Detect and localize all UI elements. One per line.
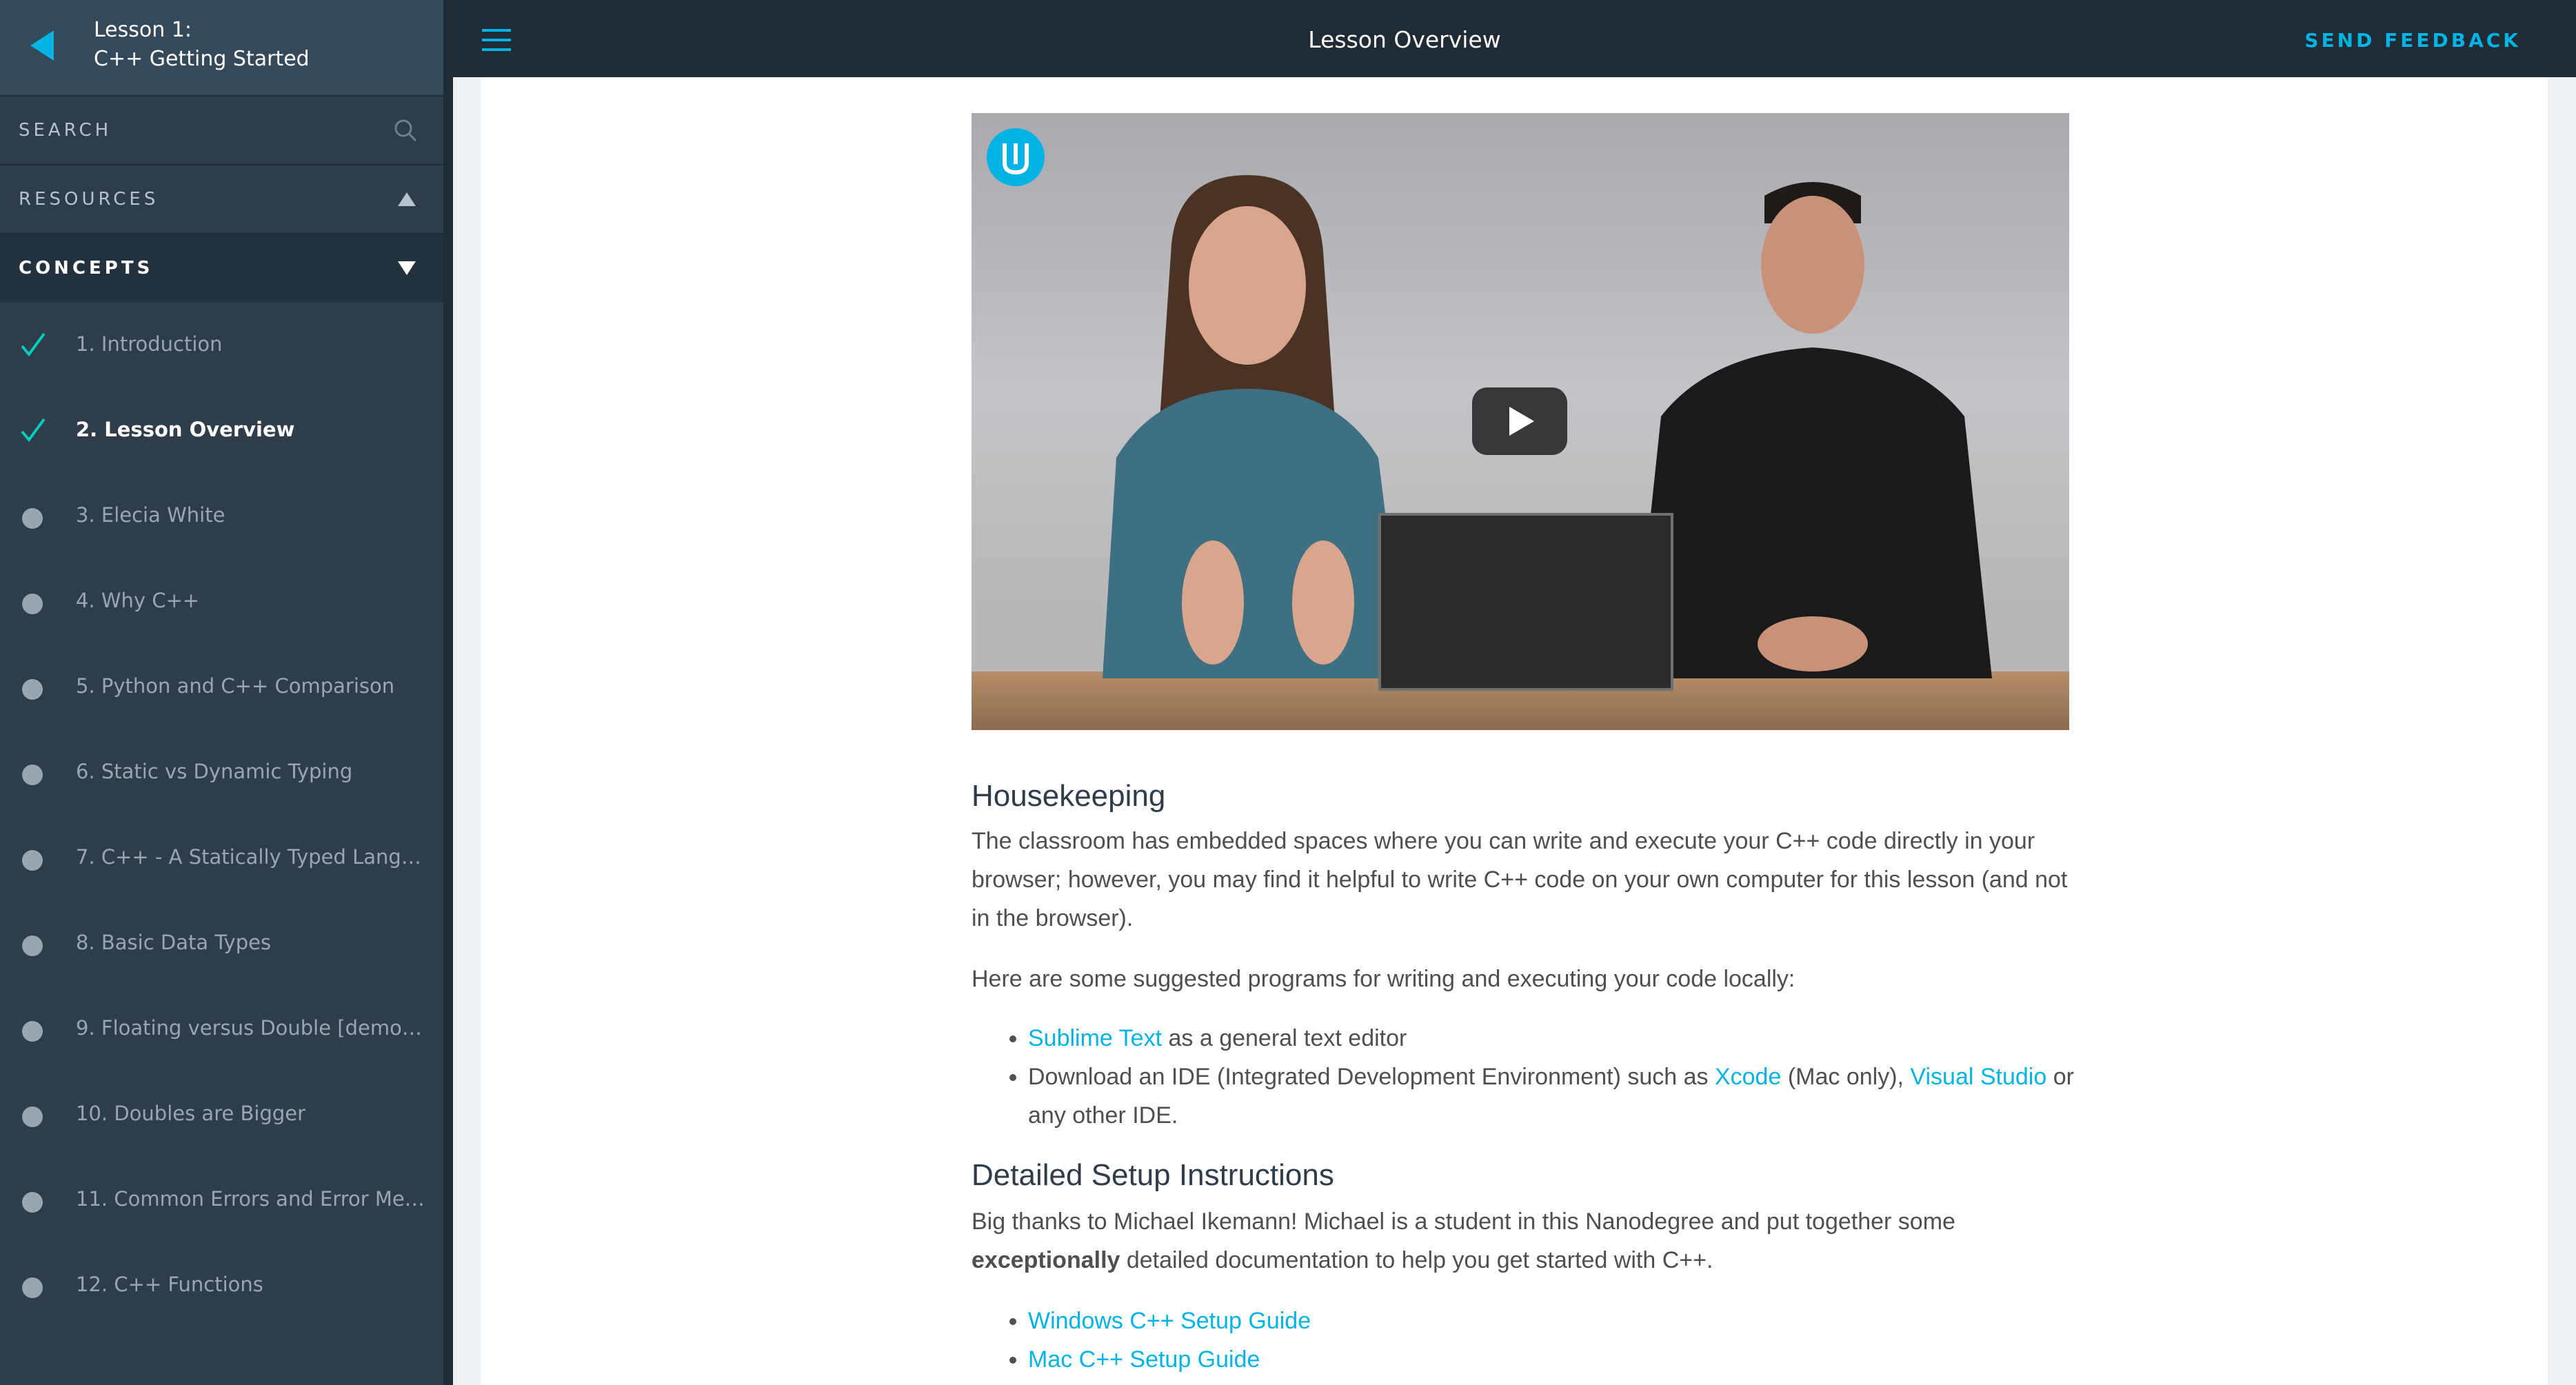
lesson-title: C++ Getting Started <box>94 47 310 71</box>
lesson-number: Lesson 1: <box>94 18 192 42</box>
housekeeping-heading: Housekeeping <box>972 779 1166 813</box>
collapse-arrow-icon <box>398 192 416 206</box>
hardware-board <box>1378 513 1673 691</box>
housekeeping-paragraph: The classroom has embedded spaces where … <box>972 828 2068 931</box>
incomplete-dot-icon <box>22 594 43 614</box>
lesson-text: Housekeeping The classroom has embedded … <box>972 779 2075 1379</box>
udacity-logo-icon <box>987 128 1045 186</box>
sidebar: Lesson 1: C++ Getting Started SEARCH RES… <box>0 0 443 1385</box>
concept-item[interactable]: 3. Elecia White <box>0 473 443 558</box>
incomplete-dot-icon <box>22 1106 43 1127</box>
list-item-text: as a general text editor <box>1162 1025 1407 1051</box>
concept-label: 7. C++ - A Statically Typed Language <box>76 845 427 869</box>
expand-arrow-icon <box>398 261 416 275</box>
setup-paragraph: Big thanks to Michael Ikemann! Michael i… <box>972 1202 2075 1280</box>
back-arrow-icon[interactable] <box>30 30 54 61</box>
concept-label: 6. Static vs Dynamic Typing <box>76 760 353 783</box>
mac-guide-link[interactable]: Mac C++ Setup Guide <box>1028 1346 1260 1373</box>
concept-item[interactable]: 12. C++ Functions <box>0 1242 443 1328</box>
search-icon[interactable] <box>392 117 419 143</box>
page-title: Lesson Overview <box>1308 26 1501 53</box>
setup-emphasis: exceptionally <box>972 1247 1120 1273</box>
play-button[interactable] <box>1472 387 1567 455</box>
incomplete-dot-icon <box>22 679 43 700</box>
search-row[interactable]: SEARCH <box>0 95 443 164</box>
top-bar: Lesson Overview SEND FEEDBACK <box>453 0 2576 77</box>
incomplete-dot-icon <box>22 765 43 785</box>
video-player[interactable] <box>972 113 2069 730</box>
incomplete-dot-icon <box>22 936 43 956</box>
sublime-text-link[interactable]: Sublime Text <box>1028 1025 1162 1051</box>
concept-list: 1. Introduction 2. Lesson Overview 3. Elec… <box>0 302 443 1385</box>
incomplete-dot-icon <box>22 508 43 529</box>
concept-label: 2. Lesson Overview <box>76 418 295 441</box>
concept-label: 4. Why C++ <box>76 589 200 612</box>
concept-label: 9. Floating versus Double [demonst... <box>76 1016 427 1040</box>
concept-item[interactable]: 1. Introduction <box>0 302 443 387</box>
concept-item[interactable]: 2. Lesson Overview <box>0 387 443 473</box>
concept-label: 10. Doubles are Bigger <box>76 1102 306 1125</box>
concept-item[interactable]: 6. Static vs Dynamic Typing <box>0 729 443 815</box>
play-icon <box>1509 407 1534 436</box>
concept-label: 12. C++ Functions <box>76 1273 263 1296</box>
list-item-text: (Mac only), <box>1781 1064 1911 1090</box>
concept-item[interactable]: 7. C++ - A Statically Typed Language <box>0 815 443 900</box>
incomplete-dot-icon <box>22 1192 43 1213</box>
sidebar-divider[interactable] <box>443 0 453 1385</box>
list-item: Windows C++ Setup Guide <box>1028 1302 2075 1340</box>
send-feedback-button[interactable]: SEND FEEDBACK <box>2304 29 2521 52</box>
windows-guide-link[interactable]: Windows C++ Setup Guide <box>1028 1308 1311 1334</box>
concept-item[interactable]: 9. Floating versus Double [demonst... <box>0 986 443 1071</box>
concept-label: 5. Python and C++ Comparison <box>76 674 395 698</box>
resources-toggle[interactable]: RESOURCES <box>0 164 443 233</box>
incomplete-dot-icon <box>22 1277 43 1298</box>
incomplete-dot-icon <box>22 850 43 871</box>
search-label: SEARCH <box>19 120 112 141</box>
concept-item[interactable]: 10. Doubles are Bigger <box>0 1071 443 1157</box>
list-item: Sublime Text as a general text editor <box>1028 1019 2075 1058</box>
concept-item[interactable]: 4. Why C++ <box>0 558 443 644</box>
list-item: Mac C++ Setup Guide <box>1028 1340 2075 1379</box>
setup-text: Big thanks to Michael Ikemann! Michael i… <box>972 1209 1955 1235</box>
concepts-label: CONCEPTS <box>19 258 154 279</box>
visual-studio-link[interactable]: Visual Studio <box>1910 1064 2046 1090</box>
concept-label: 1. Introduction <box>76 332 223 356</box>
guide-list: Windows C++ Setup Guide Mac C++ Setup Gu… <box>972 1302 2075 1379</box>
checkmark-icon <box>21 332 46 357</box>
setup-text: detailed documentation to help you get s… <box>1120 1247 1713 1273</box>
setup-heading: Detailed Setup Instructions <box>972 1158 1334 1192</box>
program-list: Sublime Text as a general text editor Do… <box>972 1019 2075 1135</box>
concepts-toggle[interactable]: CONCEPTS <box>0 233 443 302</box>
concept-label: 8. Basic Data Types <box>76 931 272 954</box>
checkmark-icon <box>21 418 46 443</box>
incomplete-dot-icon <box>22 1021 43 1042</box>
concept-item[interactable]: 8. Basic Data Types <box>0 900 443 986</box>
lesson-header: Lesson 1: C++ Getting Started <box>0 0 443 95</box>
concept-label: 3. Elecia White <box>76 503 225 527</box>
concept-item[interactable]: 5. Python and C++ Comparison <box>0 644 443 729</box>
list-item-text: Download an IDE (Integrated Development … <box>1028 1064 1715 1090</box>
concept-item[interactable]: 11. Common Errors and Error Mes... <box>0 1157 443 1242</box>
concept-label: 11. Common Errors and Error Mes... <box>76 1187 427 1211</box>
xcode-link[interactable]: Xcode <box>1715 1064 1781 1090</box>
suggest-paragraph: Here are some suggested programs for wri… <box>972 966 1795 992</box>
resources-label: RESOURCES <box>19 189 159 210</box>
list-item: Download an IDE (Integrated Development … <box>1028 1058 2075 1135</box>
